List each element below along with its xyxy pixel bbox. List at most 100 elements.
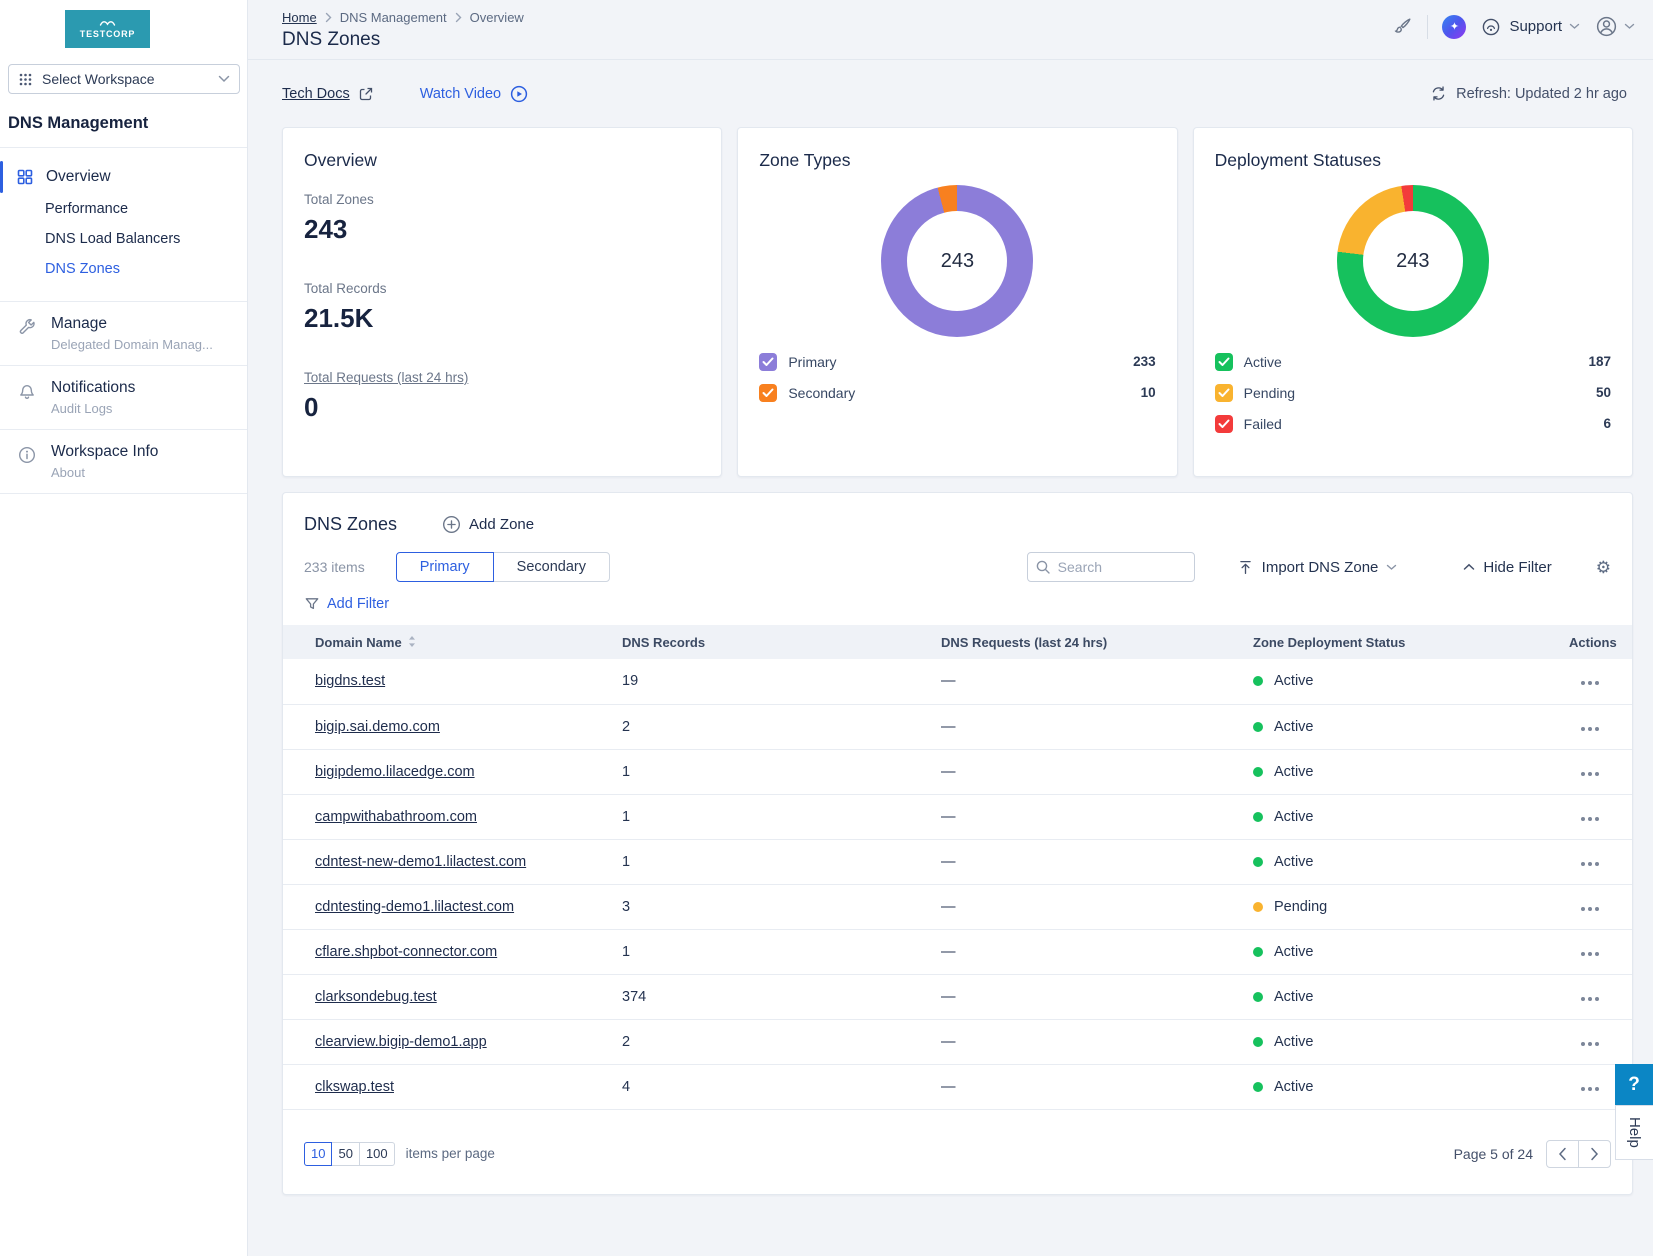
sidebar-item-workspace-info[interactable]: Workspace Info About bbox=[0, 430, 247, 494]
domain-link[interactable]: clarksondebug.test bbox=[315, 989, 437, 1005]
paintbrush-icon[interactable] bbox=[1391, 16, 1413, 38]
row-actions-button[interactable] bbox=[1581, 993, 1599, 1005]
page-size-50[interactable]: 50 bbox=[331, 1142, 359, 1166]
hide-filter-button[interactable]: Hide Filter bbox=[1463, 559, 1551, 576]
legend-value: 187 bbox=[1588, 354, 1611, 369]
domain-link[interactable]: cflare.shpbot-connector.com bbox=[315, 944, 497, 960]
gear-icon[interactable]: ⚙ bbox=[1596, 559, 1611, 576]
breadcrumb-home[interactable]: Home bbox=[282, 10, 317, 25]
checkbox-checked-icon[interactable] bbox=[1215, 415, 1233, 433]
watch-video-label: Watch Video bbox=[420, 86, 501, 102]
funnel-icon bbox=[304, 596, 320, 612]
top-bar: Home DNS Management Overview DNS Zones ✦… bbox=[248, 0, 1653, 60]
sidebar-item-manage[interactable]: Manage Delegated Domain Manag... bbox=[0, 302, 247, 366]
bell-icon bbox=[17, 381, 37, 401]
chevron-right-icon bbox=[1590, 1147, 1599, 1161]
sidebar-item-sublabel: Delegated Domain Manag... bbox=[51, 337, 213, 352]
add-zone-button[interactable]: Add Zone bbox=[442, 515, 534, 534]
status-badge: Active bbox=[1253, 944, 1558, 960]
chevron-down-icon bbox=[1624, 23, 1635, 30]
dns-requests-cell: — bbox=[930, 1019, 1242, 1064]
dns-requests-cell: — bbox=[930, 794, 1242, 839]
row-actions-button[interactable] bbox=[1581, 723, 1599, 735]
checkbox-checked-icon[interactable] bbox=[759, 384, 777, 402]
zone-types-card: Zone Types 243 Primary 233 Secondary 10 bbox=[737, 127, 1177, 477]
tab-secondary[interactable]: Secondary bbox=[493, 552, 610, 582]
status-dot-icon bbox=[1253, 722, 1263, 732]
dns-records-cell: 1 bbox=[611, 749, 930, 794]
chevron-down-icon bbox=[1569, 23, 1580, 30]
checkbox-checked-icon[interactable] bbox=[1215, 384, 1233, 402]
table-row: bigipdemo.lilacedge.com 1 — Active bbox=[283, 749, 1632, 794]
card-title: Overview bbox=[304, 150, 700, 171]
row-actions-button[interactable] bbox=[1581, 858, 1599, 870]
status-badge: Active bbox=[1253, 673, 1558, 689]
help-question-button[interactable]: ? bbox=[1615, 1064, 1653, 1105]
status-dot-icon bbox=[1253, 857, 1263, 867]
stat-label-link[interactable]: Total Requests (last 24 hrs) bbox=[304, 370, 700, 385]
main-content: Home DNS Management Overview DNS Zones ✦… bbox=[248, 0, 1653, 1256]
dns-records-cell: 1 bbox=[611, 839, 930, 884]
divider bbox=[1427, 15, 1428, 39]
status-badge: Active bbox=[1253, 854, 1558, 870]
company-logo[interactable]: TESTCORP bbox=[65, 10, 150, 48]
domain-link[interactable]: clkswap.test bbox=[315, 1079, 394, 1095]
sidebar-item-performance[interactable]: Performance bbox=[0, 194, 247, 224]
breadcrumb-dns-management[interactable]: DNS Management bbox=[340, 10, 447, 25]
items-count: 233 items bbox=[304, 559, 365, 575]
sidebar-item-dns-load-balancers[interactable]: DNS Load Balancers bbox=[0, 224, 247, 254]
row-actions-button[interactable] bbox=[1581, 1038, 1599, 1050]
support-menu[interactable]: Support bbox=[1480, 16, 1580, 38]
column-header-domain-name[interactable]: Domain Name bbox=[283, 625, 611, 659]
dns-requests-cell: — bbox=[930, 1064, 1242, 1109]
checkbox-checked-icon[interactable] bbox=[1215, 353, 1233, 371]
import-dns-zone-label: Import DNS Zone bbox=[1262, 559, 1379, 576]
workspace-selector[interactable]: Select Workspace bbox=[8, 64, 240, 94]
page-size-100[interactable]: 100 bbox=[359, 1142, 395, 1166]
breadcrumb-overview[interactable]: Overview bbox=[470, 10, 524, 25]
stat-value: 0 bbox=[304, 392, 700, 423]
status-dot-icon bbox=[1253, 947, 1263, 957]
workspace-selector-label: Select Workspace bbox=[42, 71, 155, 87]
sidebar-item-notifications[interactable]: Notifications Audit Logs bbox=[0, 366, 247, 430]
ai-assistant-button[interactable]: ✦ bbox=[1442, 15, 1466, 39]
row-actions-button[interactable] bbox=[1581, 903, 1599, 915]
next-page-button[interactable] bbox=[1578, 1140, 1611, 1168]
row-actions-button[interactable] bbox=[1581, 1083, 1599, 1095]
checkbox-checked-icon[interactable] bbox=[759, 353, 777, 371]
domain-link[interactable]: cdntesting-demo1.lilactest.com bbox=[315, 899, 514, 915]
status-badge: Active bbox=[1253, 809, 1558, 825]
watch-video-link[interactable]: Watch Video bbox=[420, 85, 528, 103]
legend-label: Primary bbox=[788, 354, 836, 370]
panel-header: DNS Zones Add Zone bbox=[283, 493, 1632, 535]
refresh-button[interactable]: Refresh: Updated 2 hr ago bbox=[1430, 85, 1627, 102]
row-actions-button[interactable] bbox=[1581, 948, 1599, 960]
domain-link[interactable]: bigipdemo.lilacedge.com bbox=[315, 764, 475, 780]
import-dns-zone-button[interactable]: Import DNS Zone bbox=[1237, 559, 1398, 576]
stat-total-records: Total Records 21.5K bbox=[304, 281, 700, 334]
add-filter-button[interactable]: Add Filter bbox=[283, 582, 410, 625]
previous-page-button[interactable] bbox=[1546, 1140, 1579, 1168]
dns-records-cell: 2 bbox=[611, 1019, 930, 1064]
tab-primary[interactable]: Primary bbox=[396, 552, 494, 582]
page-size-10[interactable]: 10 bbox=[304, 1142, 332, 1166]
sort-icon[interactable] bbox=[408, 635, 416, 648]
domain-link[interactable]: bigdns.test bbox=[315, 673, 385, 689]
user-menu[interactable] bbox=[1594, 14, 1635, 39]
tech-docs-link[interactable]: Tech Docs bbox=[282, 86, 374, 102]
table-header-row: Domain Name DNS Records DNS Requests (la… bbox=[283, 625, 1632, 659]
domain-link[interactable]: bigip.sai.demo.com bbox=[315, 719, 440, 735]
dns-requests-cell: — bbox=[930, 974, 1242, 1019]
sidebar-item-dns-zones[interactable]: DNS Zones bbox=[0, 254, 247, 284]
sidebar-item-overview[interactable]: Overview bbox=[0, 160, 247, 194]
row-actions-button[interactable] bbox=[1581, 677, 1599, 689]
search-input[interactable] bbox=[1027, 552, 1195, 582]
domain-link[interactable]: cdntest-new-demo1.lilactest.com bbox=[315, 854, 526, 870]
row-actions-button[interactable] bbox=[1581, 768, 1599, 780]
domain-link[interactable]: campwithabathroom.com bbox=[315, 809, 477, 825]
domain-link[interactable]: clearview.bigip-demo1.app bbox=[315, 1034, 487, 1050]
row-actions-button[interactable] bbox=[1581, 813, 1599, 825]
help-tab[interactable]: Help bbox=[1615, 1105, 1653, 1160]
help-widget: ? Help bbox=[1615, 1064, 1653, 1160]
status-badge: Pending bbox=[1253, 899, 1558, 915]
